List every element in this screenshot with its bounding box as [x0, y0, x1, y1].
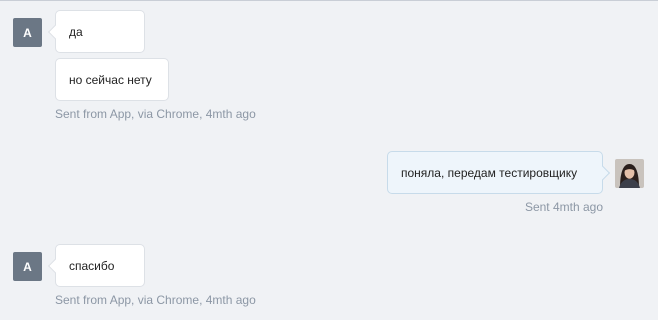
message-text: спасибо: [69, 258, 115, 273]
user-avatar: A: [13, 252, 42, 281]
message-bubble[interactable]: да: [55, 10, 145, 53]
message-text: поняла, передам тестировщику: [401, 165, 578, 180]
agent-photo-icon: [615, 159, 644, 188]
message-meta: Sent 4mth ago: [524, 200, 603, 214]
message-bubble[interactable]: но сейчас нету: [55, 58, 169, 101]
message-meta: Sent from App, via Chrome, 4mth ago: [55, 293, 256, 307]
message-text: да: [69, 24, 83, 39]
user-avatar: A: [13, 18, 42, 47]
agent-avatar: [615, 159, 644, 188]
message-bubble[interactable]: спасибо: [55, 244, 145, 287]
message-meta: Sent from App, via Chrome, 4mth ago: [55, 107, 256, 121]
message-text: но сейчас нету: [69, 72, 152, 87]
message-bubble-outgoing[interactable]: поняла, передам тестировщику: [387, 151, 603, 194]
